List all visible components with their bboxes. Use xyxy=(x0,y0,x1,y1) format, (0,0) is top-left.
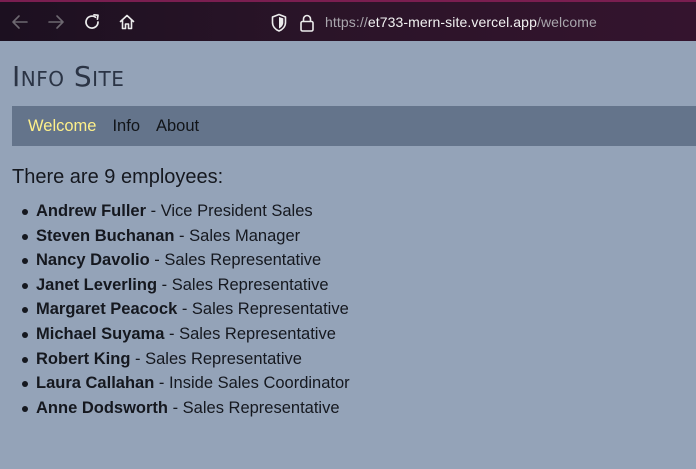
nav-link-info[interactable]: Info xyxy=(112,117,140,136)
employee-name: Andrew Fuller xyxy=(36,202,147,220)
employee-title: Sales Representative xyxy=(171,275,329,294)
arrow-left-icon xyxy=(12,15,28,29)
employee-title: Vice President Sales xyxy=(160,202,313,220)
bullet xyxy=(22,356,28,363)
bullet xyxy=(22,405,28,412)
separator: - xyxy=(157,275,172,294)
employee-name: Janet Leverling xyxy=(36,275,158,294)
nav-link-welcome[interactable]: Welcome xyxy=(28,117,96,136)
site-title: Info Site xyxy=(12,60,125,93)
separator: - xyxy=(177,300,192,319)
shield-icon[interactable] xyxy=(270,13,288,33)
employee-name: Laura Callahan xyxy=(36,374,155,393)
list-item: Janet Leverling - Sales Representative xyxy=(0,273,696,298)
bullet xyxy=(22,233,28,240)
heading-suffix: employees: xyxy=(115,166,224,188)
employee-name: Steven Buchanan xyxy=(36,226,175,245)
separator: - xyxy=(154,374,169,393)
heading-prefix: There are xyxy=(12,166,105,188)
url-host: et733-mern-site.vercel.app xyxy=(367,14,537,30)
nav-link-about[interactable]: About xyxy=(156,117,199,136)
list-item: Robert King - Sales Representative xyxy=(0,347,696,372)
employee-list: Andrew Fuller - Vice President Sales Ste… xyxy=(0,199,696,420)
bullet xyxy=(22,331,28,338)
employee-count: 9 xyxy=(104,166,116,188)
employee-name: Nancy Davolio xyxy=(36,251,150,270)
url-prefix: https:// xyxy=(325,14,368,30)
list-item: Anne Dodsworth - Sales Representative xyxy=(0,396,696,421)
forward-button[interactable] xyxy=(45,11,67,33)
home-icon xyxy=(119,14,135,30)
separator: - xyxy=(130,349,146,368)
employee-title: Sales Representative xyxy=(191,300,349,319)
arrow-right-icon xyxy=(48,15,64,29)
bullet xyxy=(22,258,28,265)
list-item: Margaret Peacock - Sales Representative xyxy=(0,297,696,322)
list-item: Steven Buchanan - Sales Manager xyxy=(0,224,696,249)
address-bar[interactable]: https://et733-mern-site.vercel.app/welco… xyxy=(325,14,597,30)
employee-name: Michael Suyama xyxy=(36,324,165,343)
list-item: Michael Suyama - Sales Representative xyxy=(0,322,696,347)
list-item: Nancy Davolio - Sales Representative xyxy=(0,248,696,273)
bullet xyxy=(22,282,28,289)
employee-title: Inside Sales Coordinator xyxy=(168,374,350,393)
url-path: /welcome xyxy=(536,14,597,30)
list-item: Andrew Fuller - Vice President Sales xyxy=(0,199,696,224)
separator: - xyxy=(168,398,183,417)
back-button[interactable] xyxy=(9,11,31,33)
bullet xyxy=(22,307,28,314)
separator: - xyxy=(164,324,180,343)
employee-name: Margaret Peacock xyxy=(36,300,178,319)
separator: - xyxy=(174,226,190,245)
bullet xyxy=(22,381,28,388)
home-button[interactable] xyxy=(116,11,138,33)
employee-title: Sales Manager xyxy=(189,226,301,245)
list-item: Laura Callahan - Inside Sales Coordinato… xyxy=(0,371,696,396)
employee-name: Robert King xyxy=(36,349,131,368)
separator: - xyxy=(149,251,165,270)
reload-button[interactable] xyxy=(81,11,103,33)
lock-icon[interactable] xyxy=(298,13,316,33)
bullet xyxy=(22,209,28,215)
employee-count-heading: There are 9 employees: xyxy=(12,166,223,189)
employee-title: Sales Representative xyxy=(145,349,302,368)
employee-title: Sales Representative xyxy=(179,324,336,343)
reload-icon xyxy=(85,13,99,29)
browser-toolbar: https://et733-mern-site.vercel.app/welco… xyxy=(0,0,696,41)
employee-title: Sales Representative xyxy=(182,398,340,417)
employee-title: Sales Representative xyxy=(164,251,322,270)
separator: - xyxy=(146,202,161,220)
main-nav: Welcome Info About xyxy=(12,106,696,146)
employee-name: Anne Dodsworth xyxy=(36,398,168,417)
